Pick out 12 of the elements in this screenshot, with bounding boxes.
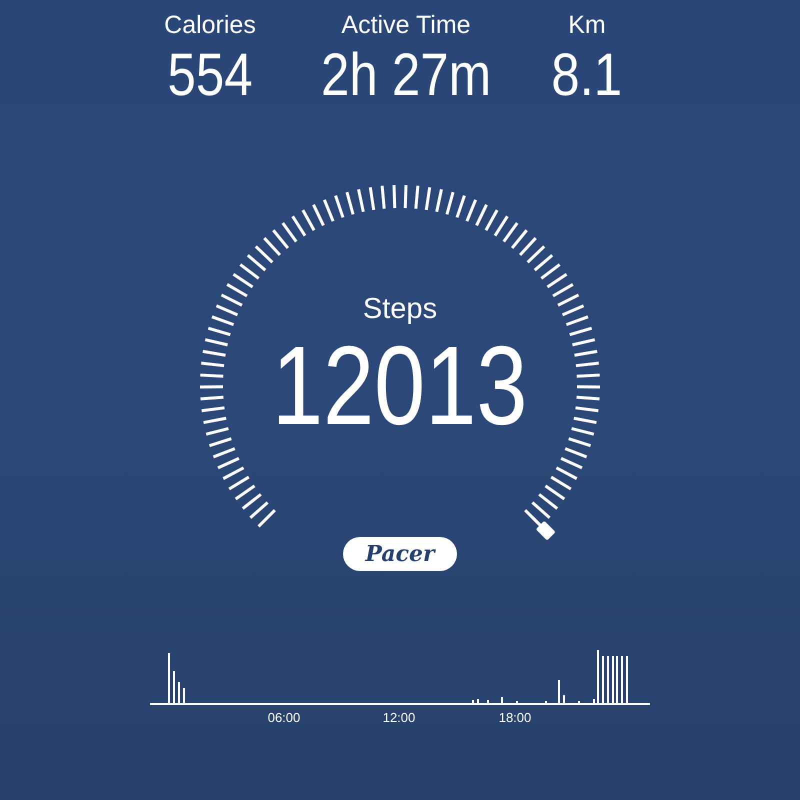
pacer-logo: Pacer [343,537,457,571]
time-label: 12:00 [382,710,416,725]
stat-label: Active Time [341,10,471,40]
time-label: 06:00 [268,710,300,725]
stat-label: Km [568,10,606,40]
steps-count: 12013 [272,326,528,446]
time-label: 18:00 [498,710,532,725]
stat-value: 554 [167,40,253,110]
stat-label: Calories [164,10,256,40]
stat-value: 2h 27m [320,40,492,110]
steps-label: Steps [362,292,438,326]
stat-value: 8.1 [552,40,622,110]
